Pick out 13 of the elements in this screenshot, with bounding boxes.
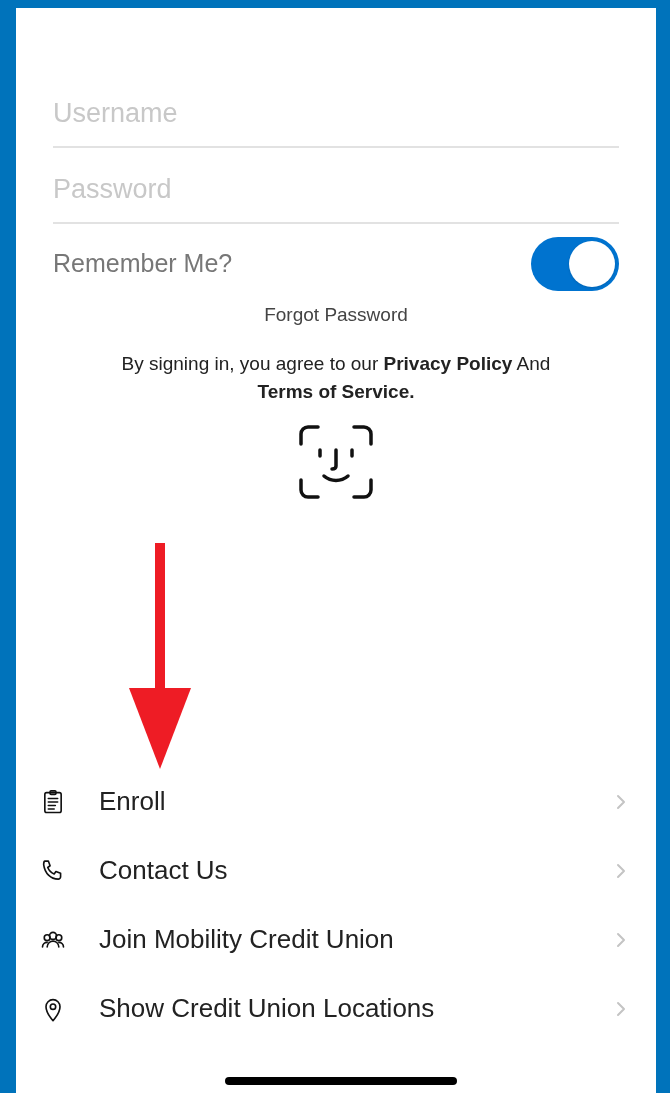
menu-item-label: Join Mobility Credit Union bbox=[99, 923, 395, 956]
face-id-icon[interactable] bbox=[298, 423, 374, 500]
remember-me-label: Remember Me? bbox=[53, 248, 233, 280]
menu-item-label: Contact Us bbox=[99, 854, 229, 887]
remember-me-toggle[interactable] bbox=[531, 237, 619, 291]
menu-item[interactable]: Join Mobility Credit Union bbox=[39, 905, 633, 974]
menu-item[interactable]: Show Credit Union Locations bbox=[39, 974, 633, 1043]
forgot-password-link[interactable]: Forgot Password bbox=[264, 301, 408, 330]
menu-item[interactable]: Enroll bbox=[39, 767, 633, 836]
menu-item-label: Enroll bbox=[99, 785, 167, 818]
menu-item-label: Show Credit Union Locations bbox=[99, 992, 436, 1025]
agreement-text: By signing in, you agree to our Privacy Policy And Terms of Service. bbox=[120, 351, 552, 404]
menu-item[interactable]: Contact Us bbox=[39, 836, 633, 905]
